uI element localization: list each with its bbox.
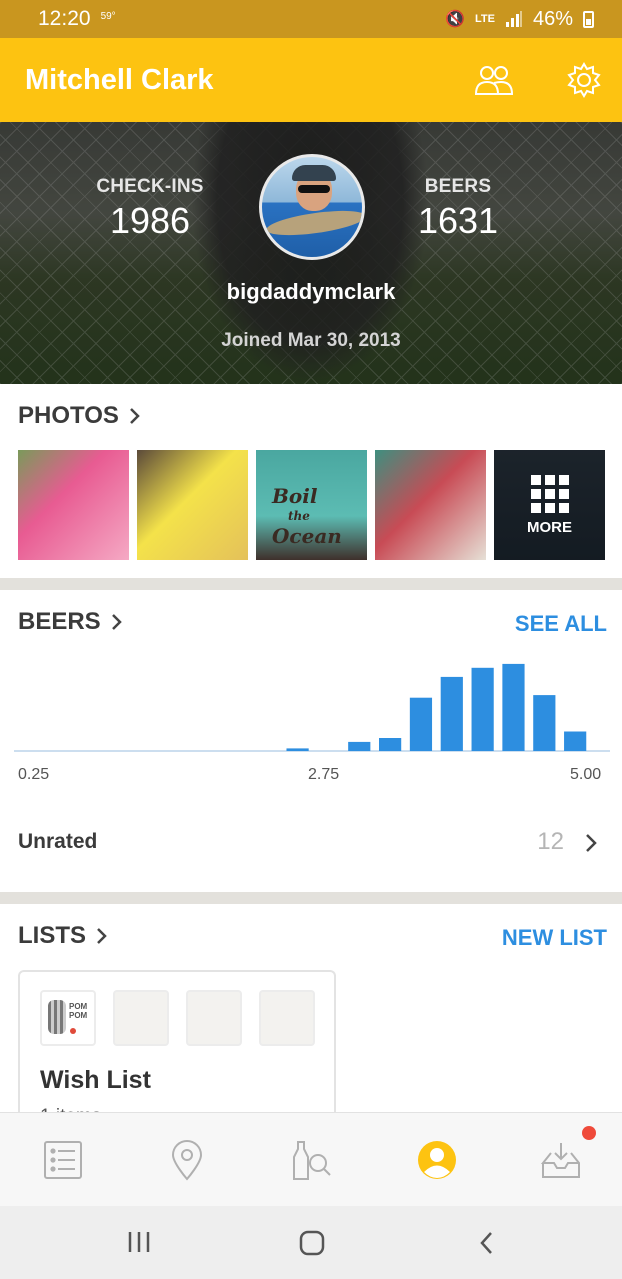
chart-bar [533,695,556,751]
avatar[interactable] [259,154,365,260]
chart-bar [502,663,525,751]
back-icon[interactable] [477,1230,495,1256]
list-title: Wish List [40,1066,151,1094]
section-divider [0,578,622,590]
more-label: MORE [527,518,572,536]
chart-tick-label: 5.00 [570,766,602,783]
chart-bar [379,738,402,751]
lists-header[interactable]: LISTS [18,922,108,950]
lists-title: LISTS [18,922,87,949]
chart-bar [564,731,587,751]
see-all-link[interactable]: SEE ALL [515,611,607,637]
photos-header[interactable]: PHOTOS [18,402,141,430]
activity-feed-icon[interactable] [42,1139,84,1181]
beers-label: BEERS [424,176,492,197]
username: bigdaddymclark [226,279,396,304]
unrated-count: 12 [537,828,564,855]
beer-search-icon[interactable] [290,1139,332,1181]
page-title: Mitchell Clark [25,63,214,96]
chart-tick-label: 0.25 [18,766,50,783]
chevron-right-icon [97,928,107,944]
profile-icon[interactable] [416,1139,458,1181]
beers-title: BEERS [18,608,101,635]
app-bar: Mitchell Clark [0,38,622,122]
system-navigation-bar [0,1206,622,1279]
gear-icon[interactable] [566,62,602,98]
home-icon[interactable] [299,1230,325,1256]
chevron-right-icon [130,408,140,424]
network-label: LTE [475,13,495,25]
checkins-stat[interactable]: CHECK-INS 1986 [70,176,230,242]
chevron-right-icon [111,614,122,630]
chart-bar [471,667,494,751]
bottom-navigation [0,1112,622,1206]
photo-can-text: Boil the Ocean [272,484,342,548]
photo-thumbnail[interactable] [18,450,129,560]
chart-bar [348,741,371,751]
friends-icon[interactable] [474,63,514,97]
list-thumbnail-empty [259,990,315,1046]
joined-date: Joined Mar 30, 2013 [221,330,401,351]
beers-stat[interactable]: BEERS 1631 [378,176,538,242]
list-thumbnails: POM POM [40,990,315,1046]
list-thumbnail-empty [113,990,169,1046]
status-bar: 12:20 59° 🔇 LTE 46% [0,0,622,38]
location-pin-icon[interactable] [166,1139,208,1181]
photo-thumbnail[interactable]: Boil the Ocean [256,450,367,560]
signal-icon [505,11,522,27]
chevron-right-icon[interactable] [584,832,598,854]
inbox-icon[interactable] [540,1139,582,1181]
battery-icon [583,10,594,28]
status-temperature: 59° [100,10,116,22]
list-thumbnail: POM POM [40,990,96,1046]
status-right: 🔇 LTE 46% [445,8,594,31]
section-divider [0,892,622,904]
checkins-label: CHECK-INS [96,176,204,197]
beers-header[interactable]: BEERS [18,608,123,636]
photos-row: Boil the Ocean MORE [18,450,605,560]
photo-thumbnail[interactable] [137,450,248,560]
photos-title: PHOTOS [18,402,119,429]
thumbnail-label: POM POM [69,1002,88,1020]
photos-more-button[interactable]: MORE [494,450,605,560]
battery-percent: 46% [532,7,573,30]
chart-tick-label: 2.75 [308,766,340,783]
unrated-label[interactable]: Unrated [18,830,97,854]
rating-distribution-chart [14,663,610,752]
chart-bar [409,697,433,751]
notification-badge [582,1126,596,1140]
grid-icon [530,474,569,513]
mute-icon: 🔇 [445,11,465,28]
app-bar-actions [474,62,602,98]
chart-bar [440,676,463,751]
chart-bar [286,748,309,751]
list-thumbnail-empty [186,990,242,1046]
status-time: 12:20 [38,7,91,30]
list-card-wish-list[interactable]: POM POM Wish List 1 items [18,970,336,1120]
beers-value: 1631 [417,200,499,241]
recent-apps-icon[interactable] [126,1230,152,1254]
checkins-value: 1986 [109,200,191,241]
photo-thumbnail[interactable] [375,450,486,560]
new-list-link[interactable]: NEW LIST [502,925,607,951]
